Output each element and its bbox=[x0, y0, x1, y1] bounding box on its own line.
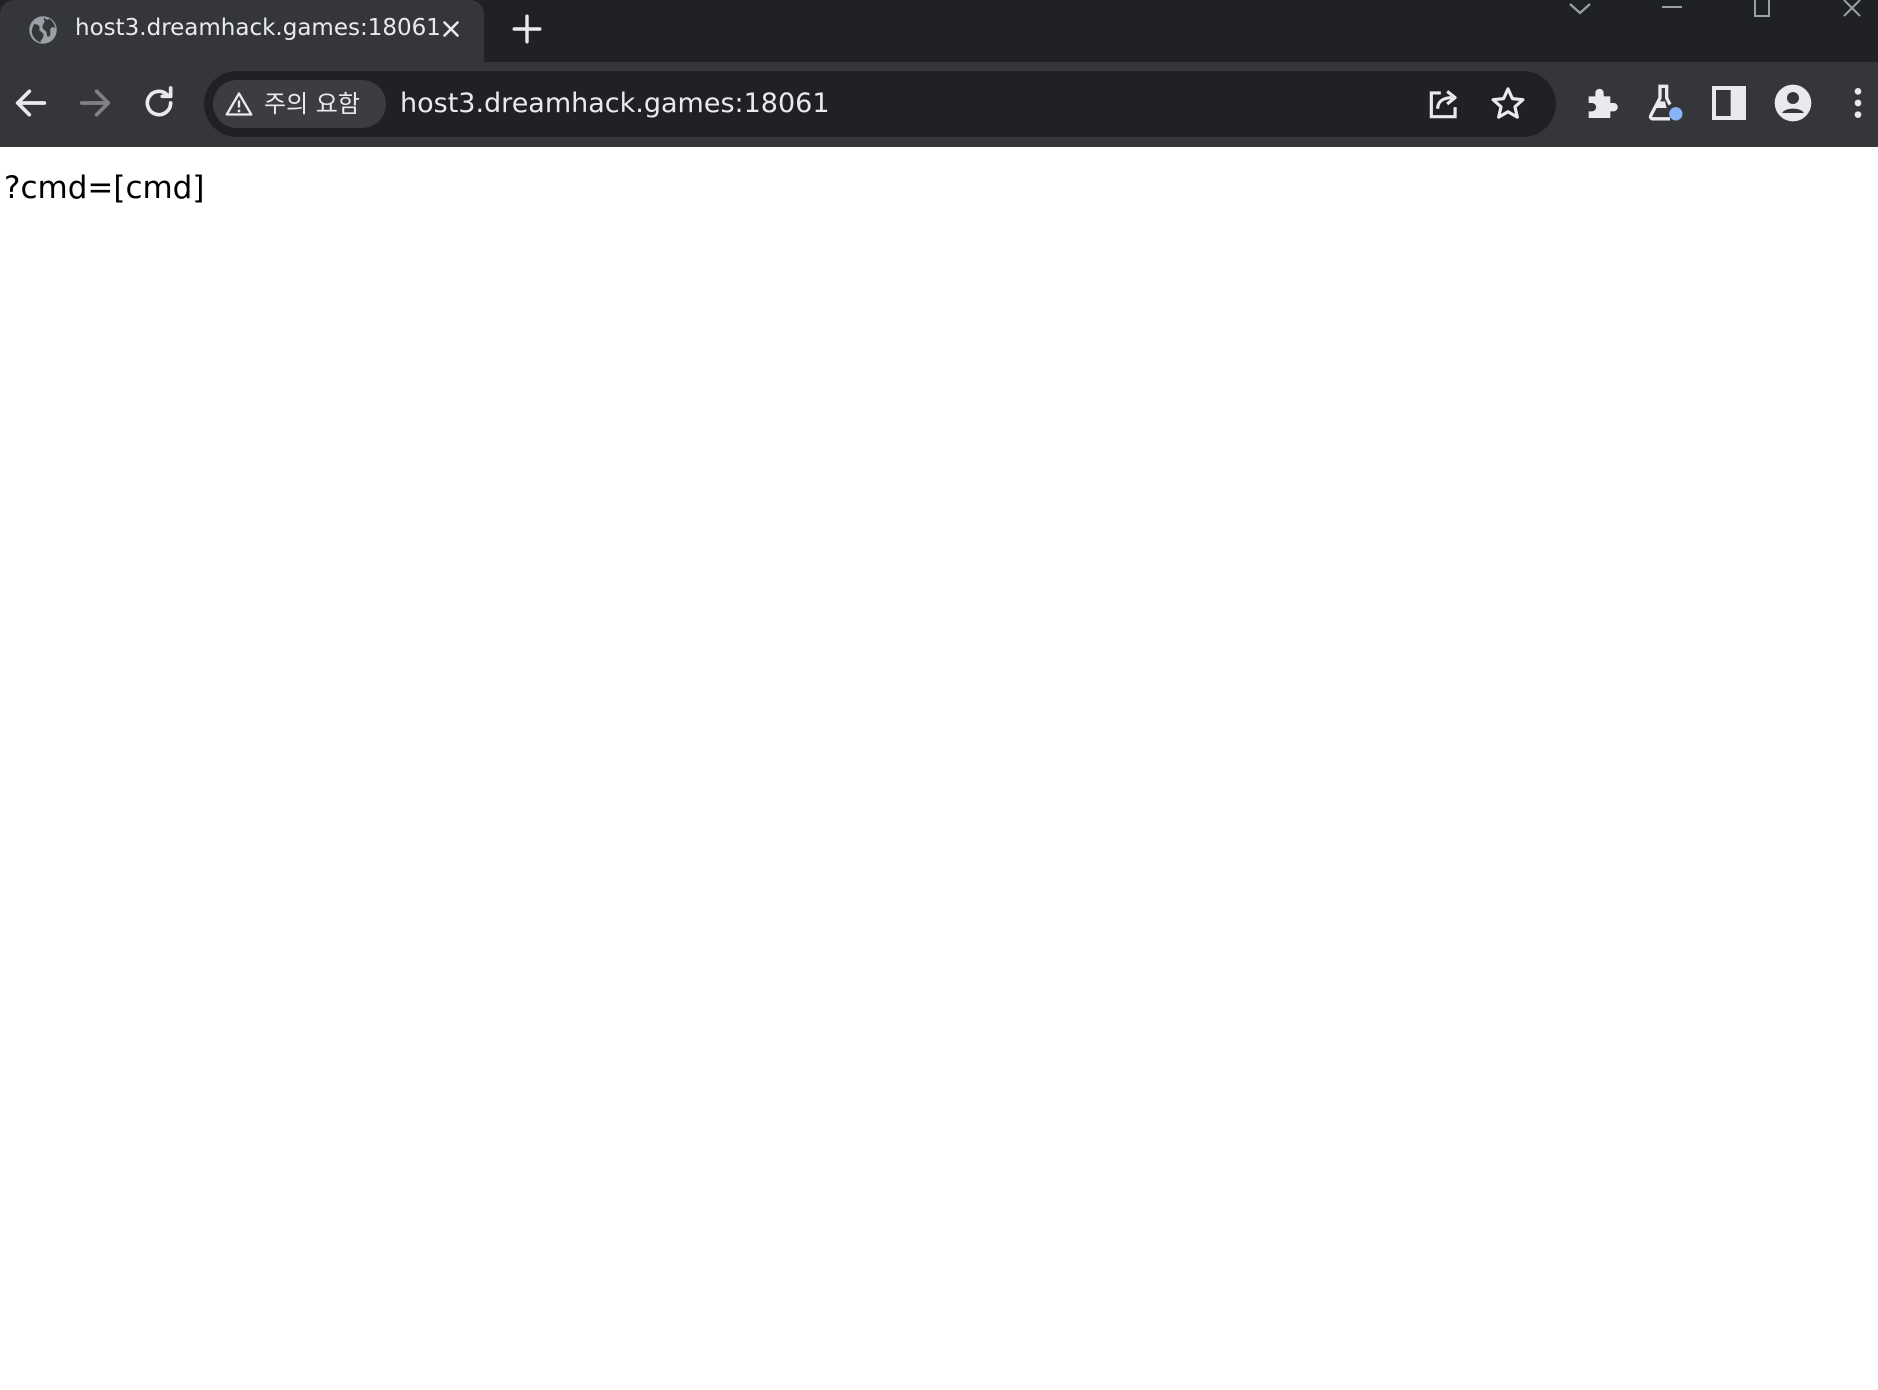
active-tab[interactable]: host3.dreamhack.games:18061 bbox=[0, 0, 484, 62]
new-tab-plus-icon[interactable] bbox=[510, 12, 544, 46]
profile-avatar-icon[interactable] bbox=[1773, 83, 1813, 123]
browser-toolbar: 주의 요함 host3.dreamhack.games:18061 bbox=[0, 62, 1878, 147]
url-text[interactable]: host3.dreamhack.games:18061 bbox=[400, 88, 830, 120]
minimize-icon[interactable] bbox=[1652, 0, 1692, 20]
tab-search-chevron-down-icon[interactable] bbox=[1560, 0, 1600, 20]
back-arrow-icon[interactable] bbox=[11, 83, 51, 123]
window-close-icon[interactable] bbox=[1834, 0, 1874, 20]
reload-icon[interactable] bbox=[139, 83, 179, 123]
close-icon[interactable] bbox=[438, 16, 464, 42]
security-chip-label: 주의 요함 bbox=[264, 90, 360, 118]
address-bar[interactable]: 주의 요함 host3.dreamhack.games:18061 bbox=[204, 71, 1556, 137]
forward-arrow-icon[interactable] bbox=[75, 83, 115, 123]
maximize-icon[interactable] bbox=[1742, 0, 1782, 20]
page-content: ?cmd=[cmd] bbox=[0, 147, 1878, 1390]
tab-title: host3.dreamhack.games:18061 bbox=[75, 15, 441, 41]
extensions-puzzle-icon[interactable] bbox=[1582, 83, 1622, 123]
share-icon[interactable] bbox=[1425, 85, 1463, 123]
labs-flask-icon[interactable] bbox=[1645, 83, 1685, 123]
globe-icon bbox=[29, 16, 57, 44]
tab-strip: host3.dreamhack.games:18061 bbox=[0, 0, 1878, 62]
bookmark-star-icon[interactable] bbox=[1489, 85, 1527, 123]
side-panel-icon[interactable] bbox=[1709, 83, 1749, 123]
page-body-text: ?cmd=[cmd] bbox=[4, 170, 205, 206]
kebab-menu-icon[interactable] bbox=[1838, 83, 1878, 123]
security-chip[interactable]: 주의 요함 bbox=[213, 80, 386, 128]
warning-triangle-icon bbox=[225, 92, 253, 116]
